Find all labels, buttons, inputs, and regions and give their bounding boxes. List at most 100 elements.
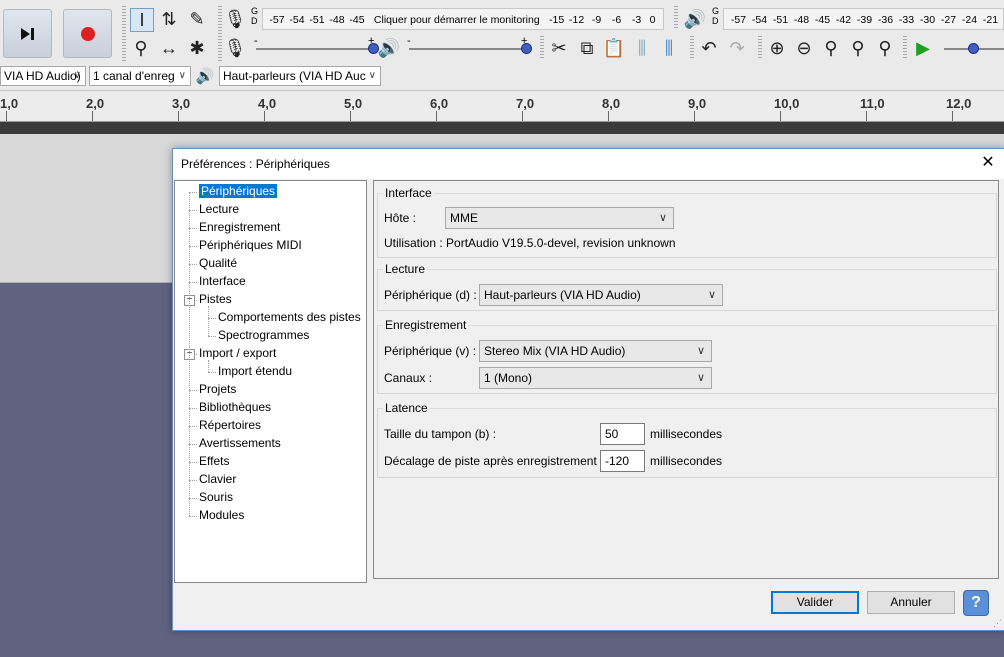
play-speed-slider[interactable] <box>944 43 1004 54</box>
ruler-label: 5,0 <box>344 96 363 111</box>
tree-connector <box>208 336 216 337</box>
multi-tool-icon[interactable]: ✱ <box>186 37 208 59</box>
zoom-out-icon[interactable]: ⊖ <box>793 37 815 59</box>
record-meter[interactable]: -57 -54 -51 -48 -45 Cliquer pour démarrer le… <box>262 8 664 30</box>
group-title: Lecture <box>383 262 428 276</box>
ok-button[interactable]: Valider <box>771 591 859 614</box>
ruler-label: 3,0 <box>172 96 191 111</box>
resize-grip-icon[interactable]: ⋰ <box>993 618 1003 628</box>
offset-input[interactable]: -120 <box>600 450 645 472</box>
ruler-tick <box>866 111 867 121</box>
meter-tick: -33 <box>898 14 915 26</box>
ruler-label: 9,0 <box>688 96 707 111</box>
record-button[interactable] <box>63 9 112 58</box>
buffer-unit: millisecondes <box>650 427 723 441</box>
help-button[interactable]: ? <box>963 590 989 616</box>
playback-meter[interactable]: -57 -54 -51 -48 -45 -42 -39 -36 -33 -30 -27 -24 -21 <box>723 8 1004 30</box>
copy-icon[interactable]: ⧉ <box>576 37 598 59</box>
dialog-titlebar[interactable]: Préférences : Périphériques ✕ <box>173 149 1004 179</box>
playback-device-dropdown[interactable]: Haut-parleurs (VIA HD Auc ∨ <box>219 66 381 86</box>
chevron-down-icon: ∨ <box>696 372 705 384</box>
tree-item[interactable]: Effets <box>199 454 229 468</box>
meter-tick: -9 <box>591 14 602 26</box>
tree-connector <box>189 498 197 499</box>
tree-item[interactable]: Périphériques <box>199 184 278 198</box>
slider-knob[interactable] <box>968 43 979 54</box>
undo-icon[interactable]: ↶ <box>698 37 720 59</box>
close-icon[interactable]: ✕ <box>979 154 997 172</box>
offset-unit: millisecondes <box>650 454 723 468</box>
toolbar-grip[interactable] <box>218 6 222 61</box>
tree-connector <box>189 480 197 481</box>
envelope-tool-icon[interactable]: ⇅ <box>158 8 180 30</box>
tree-item[interactable]: Périphériques MIDI <box>199 238 302 252</box>
tree-item[interactable]: Enregistrement <box>199 220 280 234</box>
toolbar-grip[interactable] <box>903 36 907 60</box>
ruler-tick <box>608 111 609 121</box>
tree-item[interactable]: Modules <box>199 508 244 522</box>
speaker-icon: 🔊 <box>377 37 401 58</box>
channels-select[interactable]: 1 (Mono) ∨ <box>479 367 712 389</box>
tree-item[interactable]: Comportements des pistes <box>218 310 361 324</box>
fit-selection-icon[interactable]: ⚲ <box>820 37 842 59</box>
paste-icon[interactable]: 📋 <box>603 37 625 59</box>
recording-device-select[interactable]: Stereo Mix (VIA HD Audio) ∨ <box>479 340 712 362</box>
buffer-input[interactable]: 50 <box>600 423 645 445</box>
toolbar-grip[interactable] <box>540 36 544 60</box>
toolbar-grip[interactable] <box>674 6 678 30</box>
slider-minus: - <box>254 35 258 47</box>
toolbar-grip[interactable] <box>122 6 126 61</box>
silence-audio-icon[interactable]: ⫼ <box>658 37 680 59</box>
preferences-tree[interactable]: Périphériques Lecture Enregistrement Périph… <box>174 180 367 583</box>
buffer-label: Taille du tampon (b) : <box>384 427 497 441</box>
trim-audio-icon[interactable]: ⫼ <box>631 37 653 59</box>
meter-tick: 0 <box>649 14 656 26</box>
ruler-tick <box>952 111 953 121</box>
tree-item[interactable]: Répertoires <box>199 418 261 432</box>
ruler-tick <box>694 111 695 121</box>
tree-item[interactable]: Bibliothèques <box>199 400 271 414</box>
host-select[interactable]: MME ∨ <box>445 207 674 229</box>
redo-icon[interactable]: ↷ <box>726 37 748 59</box>
play-at-speed-icon[interactable]: ▶ <box>912 37 934 59</box>
tree-item[interactable]: Qualité <box>199 256 237 270</box>
slider-plus: + <box>521 35 528 47</box>
zoom-in-icon[interactable]: ⊕ <box>766 37 788 59</box>
chevron-down-icon: ∨ <box>658 212 667 224</box>
tree-item[interactable]: Interface <box>199 274 246 288</box>
skip-to-end-button[interactable] <box>3 9 52 58</box>
recording-volume-slider[interactable] <box>256 43 379 54</box>
channels-dropdown[interactable]: 1 canal d'enreg ∨ <box>89 66 191 86</box>
meter-tick: -12 <box>569 14 585 26</box>
tree-item[interactable]: Souris <box>199 490 233 504</box>
draw-tool-icon[interactable]: ✎ <box>186 8 208 30</box>
ruler-tick <box>92 111 93 121</box>
zoom-tool-icon[interactable]: ⚲ <box>130 37 152 59</box>
tree-item[interactable]: Import étendu <box>218 364 292 378</box>
fit-project-icon[interactable]: ⚲ <box>847 37 869 59</box>
tree-item[interactable]: Projets <box>199 382 236 396</box>
timeline-ruler[interactable]: 1,0 2,0 3,0 4,0 5,0 6,0 7,0 8,0 9,0 10,0 11,0 12,0 <box>0 91 1004 122</box>
tree-item[interactable]: Spectrogrammes <box>218 328 309 342</box>
tree-item[interactable]: Lecture <box>199 202 239 216</box>
record-icon <box>80 26 95 41</box>
audio-host-dropdown[interactable]: VIA HD Audio) ∨ <box>0 66 86 86</box>
timeshift-tool-icon[interactable]: ↔ <box>158 37 180 59</box>
tree-item[interactable]: Clavier <box>199 472 236 486</box>
toolbar-grip[interactable] <box>690 36 694 60</box>
tree-item[interactable]: Pistes <box>199 292 232 306</box>
cancel-button[interactable]: Annuler <box>867 591 955 614</box>
tree-item[interactable]: Import / export <box>199 346 276 360</box>
selection-tool-icon[interactable]: I <box>130 8 154 32</box>
tree-item[interactable]: Avertissements <box>199 436 281 450</box>
playback-volume-slider[interactable] <box>409 43 532 54</box>
toolbar-grip[interactable] <box>758 36 762 60</box>
cut-icon[interactable]: ✂ <box>548 37 570 59</box>
microphone-icon[interactable]: 🎙 <box>224 8 247 30</box>
speaker-icon[interactable]: 🔊 <box>684 8 706 30</box>
meter-tick: -6 <box>611 14 622 26</box>
tree-connector <box>208 318 216 319</box>
playback-device-select[interactable]: Haut-parleurs (VIA HD Audio) ∨ <box>479 284 723 306</box>
zoom-toggle-icon[interactable]: ⚲ <box>874 37 896 59</box>
skip-end-icon <box>20 27 34 40</box>
